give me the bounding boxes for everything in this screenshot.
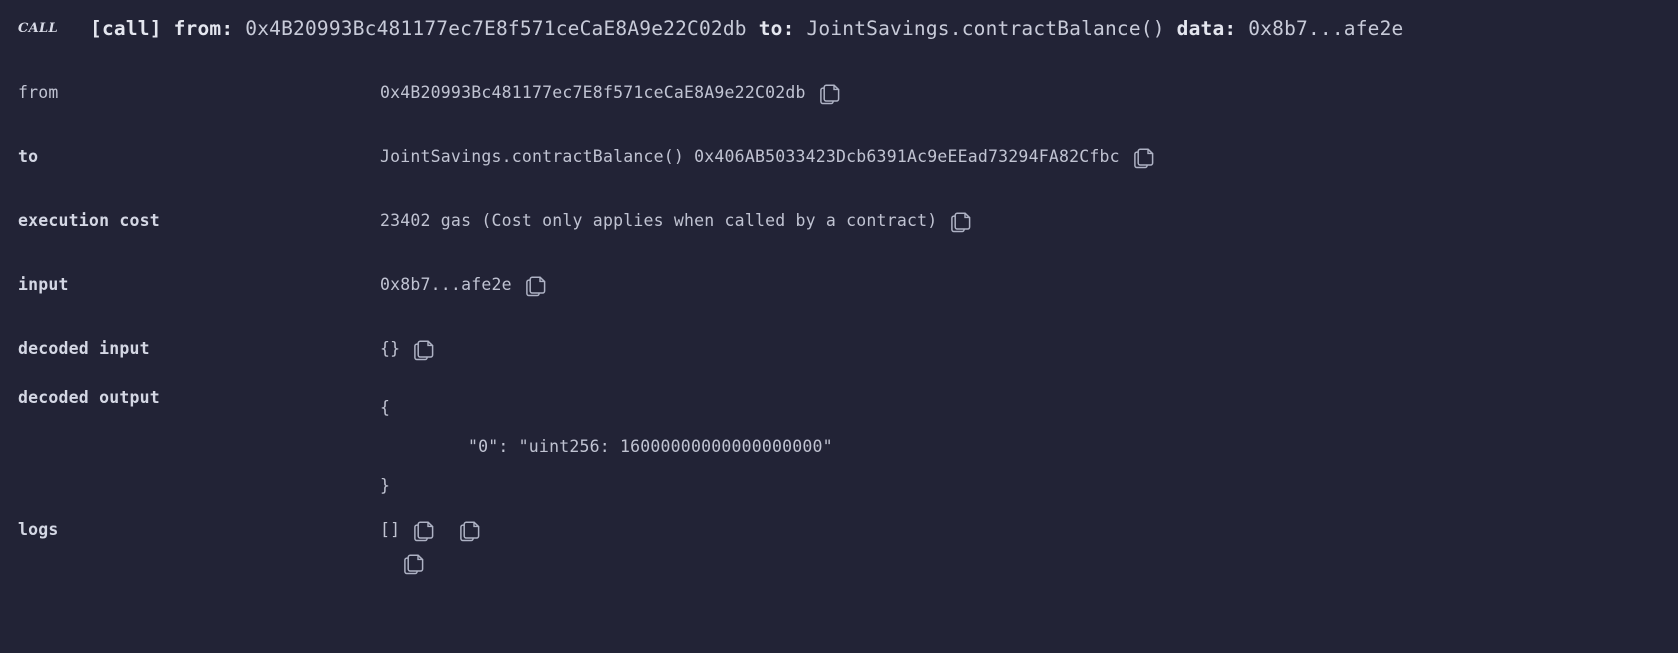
transaction-log-panel: CALL [call] from: 0x4B20993Bc481177ec7E8… <box>0 0 1678 593</box>
json-entry-line: "0": "uint256: 16000000000000000000" <box>468 437 833 456</box>
from-address-text: 0x4B20993Bc481177ec7E8f571ceCaE8A9e22C02… <box>380 83 806 102</box>
call-data-value: 0x8b7...afe2e <box>1248 17 1404 40</box>
call-type-badge: CALL <box>18 21 58 36</box>
copy-icon[interactable] <box>414 521 434 542</box>
row-value-decoded-output: { "0": "uint256: 16000000000000000000" } <box>380 388 1678 575</box>
copy-icon[interactable] <box>1133 148 1154 169</box>
row-value-input: 0x8b7...afe2e <box>380 275 1678 297</box>
call-to-value: JointSavings.contractBalance() <box>806 17 1165 40</box>
copy-icon[interactable] <box>951 212 971 233</box>
call-from-label: from: <box>173 17 234 40</box>
json-close-brace: } <box>380 476 391 495</box>
logs-text: [] <box>380 520 401 539</box>
input-data-text: 0x8b7...afe2e <box>380 275 512 294</box>
call-summary-line[interactable]: CALL [call] from: 0x4B20993Bc481177ec7E8… <box>0 0 1678 57</box>
row-label-decoded-input: decoded input <box>18 339 150 358</box>
table-row-to: to JointSavings.contractBalance() 0x406A… <box>0 147 1678 169</box>
row-value-decoded-input: {} <box>380 339 1678 361</box>
json-open-brace: { <box>380 398 391 417</box>
call-to-label: to: <box>758 17 795 40</box>
table-row-decoded-input: decoded input {} <box>0 339 1678 361</box>
table-row-from: from 0x4B20993Bc481177ec7E8f571ceCaE8A9e… <box>0 83 1678 105</box>
row-label-decoded-output: decoded output <box>18 388 160 407</box>
row-label-to: to <box>18 147 39 166</box>
call-summary-text: [call] from: 0x4B20993Bc481177ec7E8f571c… <box>90 17 1404 40</box>
row-label-execution-cost: execution cost <box>18 211 160 230</box>
execution-cost-text: 23402 gas (Cost only applies when called… <box>380 211 938 230</box>
row-value-to: JointSavings.contractBalance() 0x406AB50… <box>380 147 1678 169</box>
json-close-line: } <box>380 466 833 575</box>
decoded-output-json-block: { "0": "uint256: 16000000000000000000" } <box>380 388 833 575</box>
table-row-logs: logs [] <box>0 520 1678 542</box>
table-row-decoded-output: decoded output { "0": "uint256: 16000000… <box>0 388 1678 575</box>
table-row-execution-cost: execution cost 23402 gas (Cost only appl… <box>0 211 1678 233</box>
call-from-value: 0x4B20993Bc481177ec7E8f571ceCaE8A9e22C02… <box>245 17 747 40</box>
row-value-from: 0x4B20993Bc481177ec7E8f571ceCaE8A9e22C02… <box>380 83 1678 105</box>
row-label-logs: logs <box>18 520 59 539</box>
row-value-logs: [] <box>380 520 1678 542</box>
copy-icon[interactable] <box>819 84 840 105</box>
copy-icon[interactable] <box>404 476 424 575</box>
row-value-execution-cost: 23402 gas (Cost only applies when called… <box>380 211 1678 233</box>
copy-icon[interactable] <box>525 276 546 297</box>
copy-icon[interactable] <box>460 521 480 542</box>
row-label-from: from <box>18 83 59 102</box>
call-data-label: data: <box>1176 17 1237 40</box>
decoded-input-text: {} <box>380 339 401 358</box>
table-row-input: input 0x8b7...afe2e <box>0 275 1678 297</box>
row-label-input: input <box>18 275 69 294</box>
to-contract-text: JointSavings.contractBalance() 0x406AB50… <box>380 147 1120 166</box>
call-label: [call] <box>90 17 162 40</box>
copy-icon[interactable] <box>414 340 434 361</box>
